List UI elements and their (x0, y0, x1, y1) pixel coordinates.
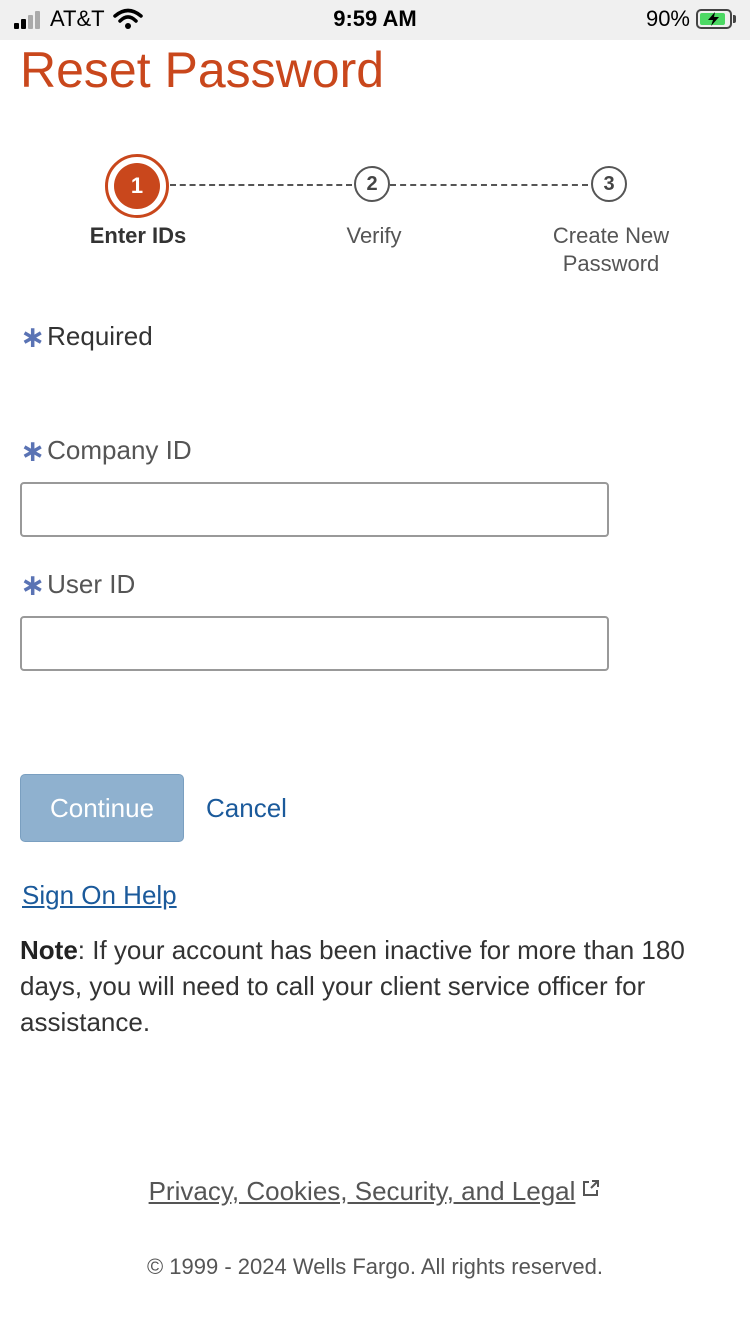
sign-on-help-link[interactable]: Sign On Help (22, 880, 177, 911)
step-connector-2 (390, 184, 588, 186)
battery-icon (696, 9, 732, 29)
company-id-label-text: Company ID (47, 435, 192, 465)
step-3-label-line-2: Password (562, 251, 660, 276)
copyright-text: © 1999 - 2024 Wells Fargo. All rights re… (146, 1254, 604, 1279)
step-1-indicator: 1 (114, 163, 160, 209)
required-legend: ∗Required (20, 320, 153, 355)
company-id-label: ∗Company ID (20, 434, 192, 469)
legal-footer: Privacy, Cookies, Security, and Legal (0, 1176, 750, 1207)
required-asterisk-icon: ∗ (20, 321, 46, 354)
battery-percent: 90% (645, 6, 690, 31)
status-bar-right: 90% (646, 6, 736, 32)
status-time: 9:59 AM (333, 6, 417, 31)
note-label: Note (20, 935, 78, 965)
external-link-icon (583, 1180, 600, 1196)
required-label: Required (47, 321, 153, 351)
page-title: Reset Password (20, 42, 385, 98)
step-2-indicator: 2 (354, 166, 390, 202)
note-text: : If your account has been inactive for … (20, 935, 685, 1037)
privacy-legal-link[interactable]: Privacy, Cookies, Security, and Legal (149, 1176, 576, 1206)
required-asterisk-icon: ∗ (20, 569, 46, 602)
step-3-label-line-1: Create New (552, 223, 670, 248)
charging-bolt-icon (708, 12, 719, 26)
user-id-input[interactable] (20, 616, 609, 671)
continue-button[interactable]: Continue (20, 774, 184, 842)
step-1-label: Enter IDs (89, 223, 187, 248)
step-connector-1 (170, 184, 352, 186)
status-bar: AT&T 9:59 AM 90% (0, 0, 750, 40)
step-2-label: Verify (346, 223, 402, 248)
company-id-input[interactable] (20, 482, 609, 537)
cancel-button[interactable]: Cancel (206, 793, 287, 824)
user-id-label: ∗User ID (20, 568, 135, 603)
required-asterisk-icon: ∗ (20, 435, 46, 468)
step-3-indicator: 3 (591, 166, 627, 202)
inactive-account-note: Note: If your account has been inactive … (20, 932, 730, 1040)
step-3-label: Create New Password (521, 222, 701, 278)
user-id-label-text: User ID (47, 569, 136, 599)
progress-stepper: 1 Enter IDs 2 Verify 3 Create New Passwo… (0, 150, 750, 290)
